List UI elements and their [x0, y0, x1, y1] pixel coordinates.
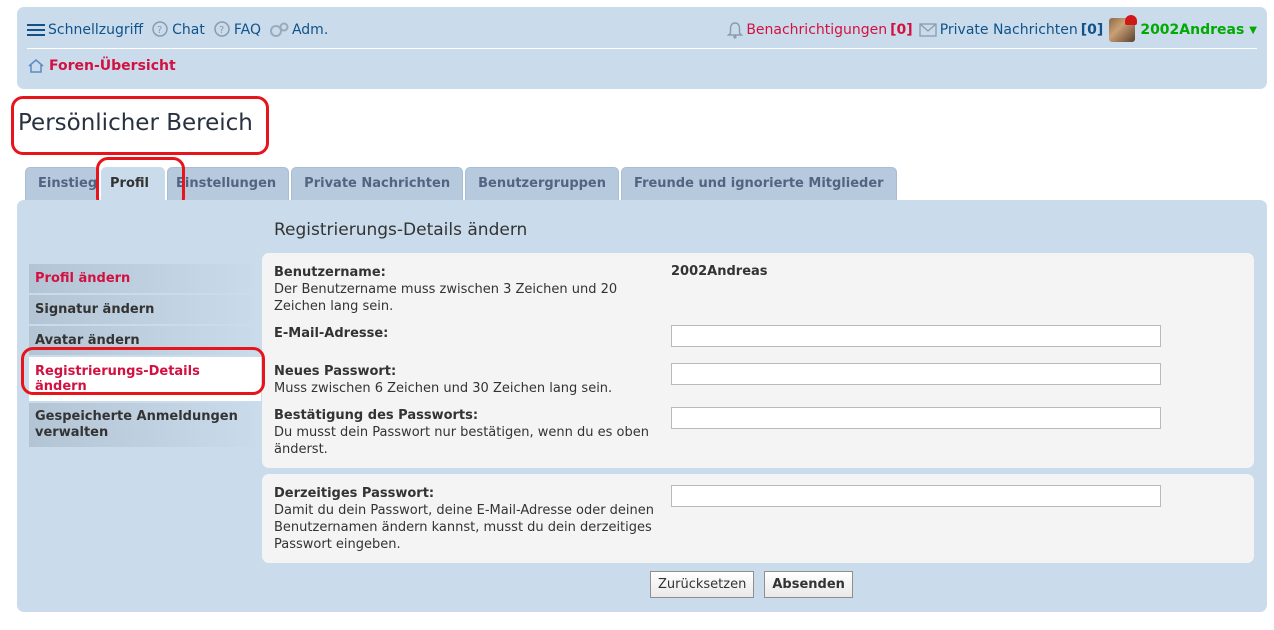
private-messages-label: Private Nachrichten [939, 22, 1078, 38]
tab-usergroups[interactable]: Benutzergruppen [465, 167, 620, 200]
svg-text:?: ? [219, 25, 224, 36]
quicklinks-link[interactable]: Schnellzugriff [27, 22, 143, 38]
nav-left: Schnellzugriff ? Chat ? FAQ Adm. [27, 21, 328, 39]
new-password-label: Neues Passwort: [274, 364, 397, 379]
reset-button[interactable]: Zurücksetzen [650, 571, 755, 598]
username-label: 2002Andreas [1140, 22, 1245, 38]
bell-icon [727, 21, 744, 39]
user-menu[interactable]: 2002Andreas ▼ [1109, 15, 1257, 42]
nav-row: Schnellzugriff ? Chat ? FAQ Adm. Benachr… [27, 15, 1257, 42]
header-navbar: Schnellzugriff ? Chat ? FAQ Adm. Benachr… [17, 7, 1267, 89]
username-value: 2002Andreas [671, 264, 768, 279]
current-password-fieldset: Derzeitiges Passwort: Damit du dein Pass… [262, 474, 1254, 563]
tab-friends-foes[interactable]: Freunde und ignorierte Mitglieder [621, 167, 897, 200]
email-label: E-Mail-Adresse: [274, 326, 389, 341]
current-password-input[interactable] [671, 485, 1161, 507]
private-messages-link[interactable]: Private Nachrichten [0] [919, 22, 1104, 38]
username-label: Benutzername: [274, 265, 386, 280]
chevron-down-icon: ▼ [1249, 24, 1257, 36]
confirm-password-description: Du musst dein Passwort nur bestätigen, w… [274, 425, 649, 457]
sidebar-item-edit-profile[interactable]: Profil ändern [29, 264, 261, 293]
confirm-password-field: Bestätigung des Passworts: Du musst dein… [274, 407, 659, 458]
tab-settings[interactable]: Einstellungen [167, 167, 290, 200]
highlight-sidebar-item [21, 347, 265, 395]
private-messages-count: [0] [1080, 22, 1104, 38]
current-password-field: Derzeitiges Passwort: Damit du dein Pass… [274, 485, 664, 553]
nav-divider [27, 48, 1257, 49]
email-input[interactable] [671, 325, 1161, 347]
form-buttons: Zurücksetzen Absenden [650, 571, 853, 598]
admin-link[interactable]: Adm. [269, 22, 328, 38]
svg-text:?: ? [157, 25, 162, 36]
tab-private-messages[interactable]: Private Nachrichten [291, 167, 464, 200]
nav-right: Benachrichtigungen [0] Private Nachricht… [727, 15, 1257, 42]
confirm-password-input[interactable] [671, 407, 1161, 429]
home-icon [28, 59, 44, 73]
faq-icon: ? [214, 21, 230, 37]
registration-fieldset: Benutzername: Der Benutzername muss zwis… [262, 253, 1254, 468]
faq-link[interactable]: ? FAQ [213, 21, 261, 39]
breadcrumb-label: Foren-Übersicht [49, 58, 176, 74]
sidebar-item-saved-logins[interactable]: Gespeicherte Anmeldungen verwalten [29, 403, 261, 447]
envelope-icon [919, 23, 937, 37]
submit-button[interactable]: Absenden [764, 571, 853, 598]
admin-label: Adm. [291, 22, 329, 38]
username-description: Der Benutzername muss zwischen 3 Zeichen… [274, 282, 618, 314]
panel-heading: Registrierungs-Details ändern [274, 220, 528, 240]
current-password-description: Damit du dein Passwort, deine E-Mail-Adr… [274, 503, 655, 552]
main-panel: Registrierungs-Details ändern Profil änd… [17, 200, 1267, 612]
gears-icon [269, 22, 289, 37]
notifications-link[interactable]: Benachrichtigungen [0] [727, 21, 913, 39]
avatar [1109, 15, 1138, 42]
notifications-count: [0] [890, 22, 913, 38]
quicklinks-label: Schnellzugriff [48, 22, 144, 38]
chat-icon: ? [152, 21, 168, 37]
faq-label: FAQ [233, 22, 261, 38]
breadcrumb[interactable]: Foren-Übersicht [27, 58, 176, 74]
confirm-password-label: Bestätigung des Passworts: [274, 408, 479, 423]
new-password-field: Neues Passwort: Muss zwischen 6 Zeichen … [274, 363, 659, 397]
chat-link[interactable]: ? Chat [151, 21, 205, 39]
sidebar-item-edit-signature[interactable]: Signatur ändern [29, 295, 261, 324]
email-field: E-Mail-Adresse: [274, 325, 659, 342]
hamburger-icon [27, 24, 45, 36]
chat-label: Chat [172, 22, 205, 38]
highlight-title [11, 96, 269, 155]
new-password-description: Muss zwischen 6 Zeichen und 30 Zeichen l… [274, 381, 613, 396]
current-password-label: Derzeitiges Passwort: [274, 486, 435, 501]
new-password-input[interactable] [671, 363, 1161, 385]
username-field: Benutzername: Der Benutzername muss zwis… [274, 264, 659, 315]
notifications-label: Benachrichtigungen [746, 22, 888, 38]
tab-overview[interactable]: Einstieg [25, 167, 99, 200]
